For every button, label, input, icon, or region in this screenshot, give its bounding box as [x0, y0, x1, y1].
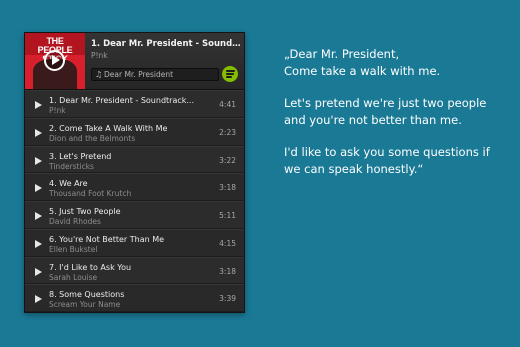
track-duration: 2:23 — [219, 127, 236, 137]
play-icon[interactable] — [35, 156, 42, 165]
player-header: THE PEOPLE STICK 1. Dear Mr. President -… — [25, 33, 244, 90]
search-box[interactable]: ♫ — [91, 68, 219, 81]
track-artist: Dion and the Belmonts — [49, 133, 136, 143]
quote-line: Let's pretend we're just two people — [284, 96, 487, 110]
track-duration: 3:18 — [219, 183, 236, 193]
quote-line: we can speak honestly.“ — [284, 161, 424, 176]
track-row[interactable]: 3. Let's Pretend Tindersticks 3:22 — [25, 145, 244, 174]
play-icon[interactable] — [35, 295, 42, 304]
track-row[interactable]: 6. You're Not Better Than Me Ellen Bukst… — [25, 228, 244, 257]
track-title: 8. Some Questions — [49, 290, 125, 300]
quote-paragraph-2: Let's pretend we're just two people and … — [284, 95, 516, 128]
track-artist: Thousand Foot Krutch — [49, 189, 132, 199]
track-list: 1. Dear Mr. President - Soundtrack... P!… — [25, 90, 244, 312]
track-artist: Tindersticks — [49, 161, 94, 171]
quote-paragraph-1: „Dear Mr. President, Come take a walk wi… — [284, 46, 516, 79]
track-title: 6. You're Not Better Than Me — [49, 234, 165, 244]
track-title: 1. Dear Mr. President - Soundtrack... — [49, 96, 195, 105]
now-playing-title: 1. Dear Mr. President - Soundtrack... — [91, 39, 241, 49]
quote-line: „Dear Mr. President, — [284, 47, 400, 61]
play-icon[interactable] — [35, 212, 42, 220]
track-duration: 4:15 — [219, 238, 236, 248]
play-icon[interactable] — [44, 50, 65, 71]
track-row[interactable]: 4. We Are Thousand Foot Krutch 3:18 — [25, 173, 244, 201]
track-artist: Scream Your Name — [49, 300, 121, 310]
track-title: 2. Come Take A Walk With Me — [49, 123, 168, 133]
track-row[interactable]: 7. I'd Like to Ask You Sarah Louise 3:18 — [25, 256, 244, 285]
track-duration: 5:11 — [219, 211, 236, 220]
play-icon[interactable] — [35, 128, 42, 137]
spotify-icon-wave-1 — [226, 70, 235, 72]
play-icon[interactable] — [35, 239, 42, 248]
track-title: 7. I'd Like to Ask You — [49, 262, 132, 272]
now-playing-artist: P!nk — [91, 51, 108, 60]
track-row[interactable]: 5. Just Two People David Rhodes 5:11 — [25, 201, 244, 229]
track-row[interactable]: 8. Some Questions Scream Your Name 3:39 — [25, 284, 244, 312]
play-icon[interactable] — [35, 184, 42, 193]
spotify-icon-wave-3 — [226, 76, 232, 78]
album-cover[interactable]: THE PEOPLE STICK — [25, 33, 85, 89]
play-icon[interactable] — [35, 267, 42, 276]
spotify-player-widget: THE PEOPLE STICK 1. Dear Mr. President -… — [24, 32, 245, 313]
track-row[interactable]: 1. Dear Mr. President - Soundtrack... P!… — [25, 90, 244, 118]
quote-text: „Dear Mr. President, Come take a walk wi… — [284, 46, 516, 193]
quote-paragraph-3: I'd like to ask you some questions if we… — [284, 144, 516, 177]
quote-line: I'd like to ask you some questions if — [284, 145, 490, 159]
track-duration: 4:41 — [219, 100, 236, 109]
spotify-icon-wave-2 — [226, 73, 234, 75]
track-duration: 3:39 — [219, 294, 236, 304]
quote-line: Come take a walk with me. — [284, 63, 441, 78]
spotify-icon[interactable] — [222, 66, 238, 82]
music-note-icon: ♫ — [95, 70, 103, 79]
track-artist: David Rhodes — [49, 217, 101, 226]
track-artist: Ellen Bukstel — [49, 244, 98, 254]
track-duration: 3:22 — [219, 155, 236, 165]
play-icon[interactable] — [35, 101, 42, 109]
track-artist: P!nk — [49, 106, 66, 115]
track-duration: 3:18 — [219, 266, 236, 276]
track-title: 4. We Are — [49, 179, 88, 189]
track-artist: Sarah Louise — [49, 272, 98, 282]
track-title: 3. Let's Pretend — [49, 151, 112, 161]
quote-line: and you're not better than me. — [284, 112, 462, 127]
search-input[interactable] — [104, 69, 214, 80]
track-title: 5. Just Two People — [49, 207, 121, 216]
track-row[interactable]: 2. Come Take A Walk With Me Dion and the… — [25, 117, 244, 146]
